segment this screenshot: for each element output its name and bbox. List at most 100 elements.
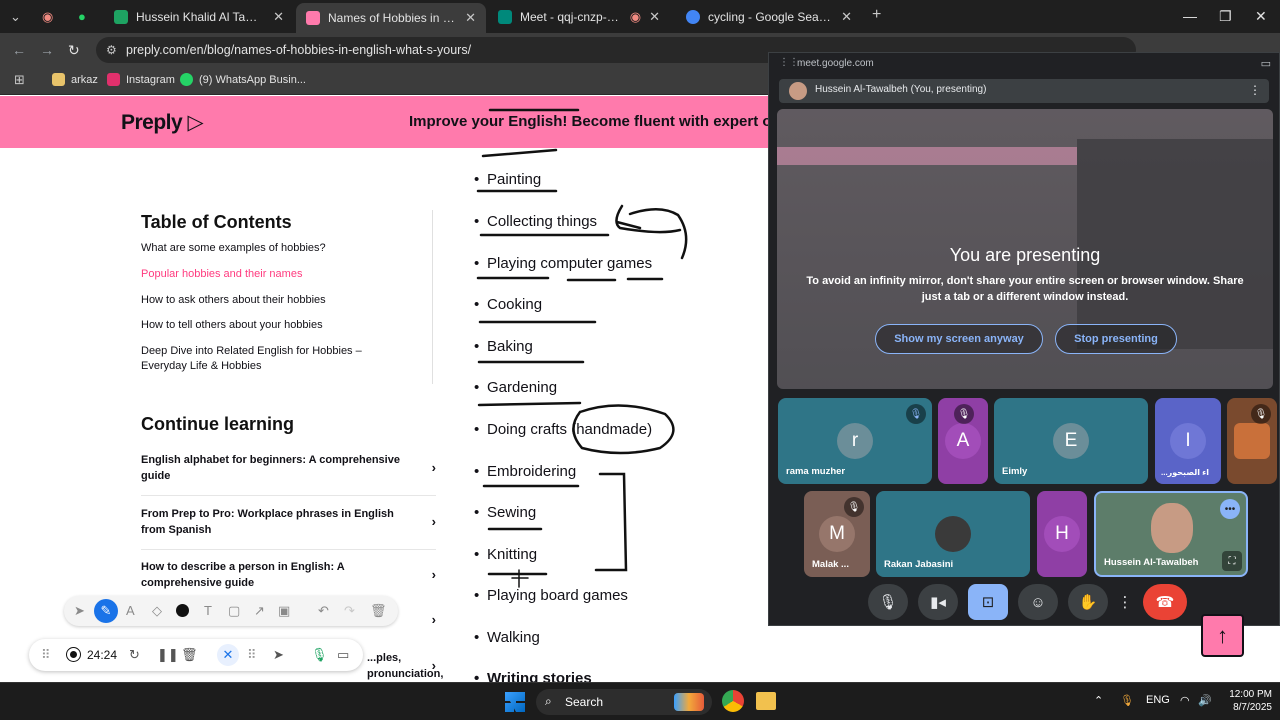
pointer-icon[interactable]: ➤	[74, 603, 85, 619]
site-info-icon[interactable]: ⚙	[106, 43, 117, 57]
hobby-item: • Painting	[474, 171, 542, 188]
delete-icon[interactable]: 🗑	[181, 647, 198, 663]
raise-hand-button[interactable]: ✋	[1068, 584, 1108, 620]
undo-icon[interactable]: ↶	[318, 603, 329, 619]
preply-logo[interactable]: Preply ▷	[121, 110, 204, 135]
color-picker-icon[interactable]	[176, 604, 189, 617]
image-icon[interactable]: ▣	[278, 603, 290, 619]
show-screen-anyway-button[interactable]: Show my screen anyway	[875, 324, 1043, 354]
back-to-tab-icon[interactable]: ▭	[1261, 57, 1271, 70]
restart-icon[interactable]: ↻	[129, 647, 140, 663]
rectangle-icon[interactable]: ▢	[228, 603, 240, 619]
participant-name: rama muzher	[786, 466, 846, 477]
participant-tile[interactable]: E Eimly	[994, 398, 1148, 484]
chrome-icon[interactable]	[722, 690, 744, 712]
clock[interactable]: 12:00 PM 8/7/2025	[1220, 688, 1272, 714]
presenting-bar: Hussein Al-Tawalbeh (You, presenting) ⋮	[779, 79, 1269, 103]
toc-item[interactable]: Deep Dive into Related English for Hobbi…	[141, 344, 381, 374]
bookmark-instagram[interactable]: Instagram	[107, 73, 175, 86]
pen-icon[interactable]: ✎	[94, 599, 118, 623]
file-explorer-icon[interactable]	[756, 692, 776, 710]
crop-icon[interactable]: ⛶	[1222, 551, 1242, 571]
taskbar-search[interactable]: ⌕ Search	[536, 689, 712, 715]
cursor-icon[interactable]: ➤	[273, 647, 284, 663]
redo-icon[interactable]: ↷	[344, 603, 355, 619]
minimize-icon[interactable]: —	[1183, 8, 1197, 24]
participant-tile[interactable]: I ...اء الصبحور	[1155, 398, 1221, 484]
annotation-stroke	[594, 472, 628, 572]
toc-item[interactable]: What are some examples of hobbies?	[141, 241, 406, 256]
close-window-icon[interactable]: ✕	[1255, 8, 1267, 25]
tab-google-search[interactable]: cycling - Google Search ✕	[676, 3, 862, 31]
continue-learning-item[interactable]: English alphabet for beginners: A compre…	[141, 452, 436, 484]
toc-item[interactable]: How to ask others about their hobbies	[141, 293, 406, 308]
tab-meet[interactable]: Meet - qqj-cnzp-pcz ◉ ✕	[488, 3, 670, 31]
leave-call-button[interactable]: ☎	[1143, 584, 1187, 620]
mic-off-icon: 🎙	[906, 404, 926, 424]
eraser-icon[interactable]: ◇	[152, 603, 162, 619]
participant-tile[interactable]: 🎙	[1227, 398, 1277, 484]
text-icon[interactable]: T	[204, 603, 212, 618]
present-button[interactable]: ⊡	[968, 584, 1008, 620]
hand-icon: ✋	[1078, 594, 1098, 611]
recording-tab-icon[interactable]: ◉	[42, 9, 53, 25]
mic-in-use-icon[interactable]: 🎙	[1120, 694, 1134, 707]
meet-pip-window[interactable]: ⋮⋮ meet.google.com ▭ Hussein Al-Tawalbeh…	[768, 52, 1280, 626]
delete-icon[interactable]: 🗑	[370, 603, 387, 619]
reload-icon[interactable]: ↻	[68, 42, 80, 59]
drag-handle-icon[interactable]: ⠿	[41, 647, 51, 663]
participant-tile[interactable]: A 🎙	[938, 398, 988, 484]
annotation-stroke	[615, 204, 682, 234]
bookmark-arkaz[interactable]: arkaz	[52, 73, 98, 86]
whatsapp-tab-icon[interactable]: ●	[78, 9, 86, 24]
apps-grid-icon[interactable]: ⊞	[14, 72, 25, 88]
grip-icon: ⋮⋮	[779, 57, 799, 68]
highlighter-icon[interactable]: A	[126, 603, 135, 618]
meet-icon	[498, 10, 512, 24]
volume-icon[interactable]: 🔊	[1198, 694, 1212, 707]
close-icon[interactable]: ✕	[841, 9, 852, 25]
camera-icon[interactable]: ▭	[337, 647, 349, 663]
continue-learning-item[interactable]: From Prep to Pro: Workplace phrases in E…	[141, 506, 436, 538]
scroll-to-top-button[interactable]: ↑	[1201, 614, 1244, 657]
new-tab-button[interactable]: +	[872, 6, 881, 24]
participant-tile[interactable]: Rakan Jabasini	[876, 491, 1030, 577]
grid-icon[interactable]: ⠿	[247, 647, 257, 663]
bookmark-whatsapp[interactable]: (9) WhatsApp Busin...	[180, 73, 306, 86]
stop-presenting-button[interactable]: Stop presenting	[1055, 324, 1177, 354]
pause-icon[interactable]: ❚❚	[157, 647, 179, 663]
arrow-icon[interactable]: ↗	[254, 603, 265, 619]
maximize-icon[interactable]: ❐	[1219, 8, 1232, 25]
participant-tile[interactable]: M 🎙 Malak ...	[804, 491, 870, 577]
reactions-button[interactable]: ☺	[1018, 584, 1058, 620]
more-options-button[interactable]: ⋮	[1111, 584, 1139, 620]
wifi-icon[interactable]: ◠	[1180, 694, 1190, 707]
more-options-icon[interactable]: •••	[1220, 499, 1240, 519]
language-indicator[interactable]: ENG	[1146, 694, 1170, 706]
toc-item[interactable]: How to tell others about your hobbies	[141, 318, 406, 333]
close-icon[interactable]: ✕	[465, 10, 476, 26]
continue-learning-label: From Prep to Pro: Workplace phrases in E…	[141, 508, 394, 536]
close-draw-icon[interactable]: ✕	[217, 644, 239, 666]
participant-tile[interactable]: r 🎙 rama muzher	[778, 398, 932, 484]
participant-name: Rakan Jabasini	[884, 559, 954, 570]
close-icon[interactable]: ✕	[273, 9, 284, 25]
search-highlight-icon	[674, 693, 704, 711]
camera-button[interactable]: ▮◂	[918, 584, 958, 620]
continue-learning-item[interactable]: How to describe a person in English: A c…	[141, 559, 436, 591]
close-icon[interactable]: ✕	[649, 9, 660, 25]
show-hidden-icons[interactable]: ⌃	[1094, 694, 1103, 707]
continue-learning-title: Continue learning	[141, 414, 294, 434]
mic-icon[interactable]: 🎙	[311, 647, 328, 663]
microphone-button[interactable]: 🎙	[868, 584, 908, 620]
tab-sheets[interactable]: Hussein Khalid Al Tawalbeh - Gc ✕	[104, 3, 294, 31]
windows-start-icon[interactable]	[505, 692, 525, 712]
back-icon[interactable]: ←	[12, 42, 26, 58]
tab-preply[interactable]: Names of Hobbies in English: U ✕	[296, 3, 486, 33]
tab-search-chevron-icon[interactable]: ⌄	[10, 9, 21, 25]
forward-icon[interactable]: →	[40, 42, 54, 58]
more-options-icon[interactable]: ⋮	[1249, 83, 1261, 97]
toc-item-active[interactable]: Popular hobbies and their names	[141, 267, 406, 282]
participant-tile-self[interactable]: ••• ⛶ Hussein Al-Tawalbeh	[1094, 491, 1248, 577]
participant-tile[interactable]: H	[1037, 491, 1087, 577]
